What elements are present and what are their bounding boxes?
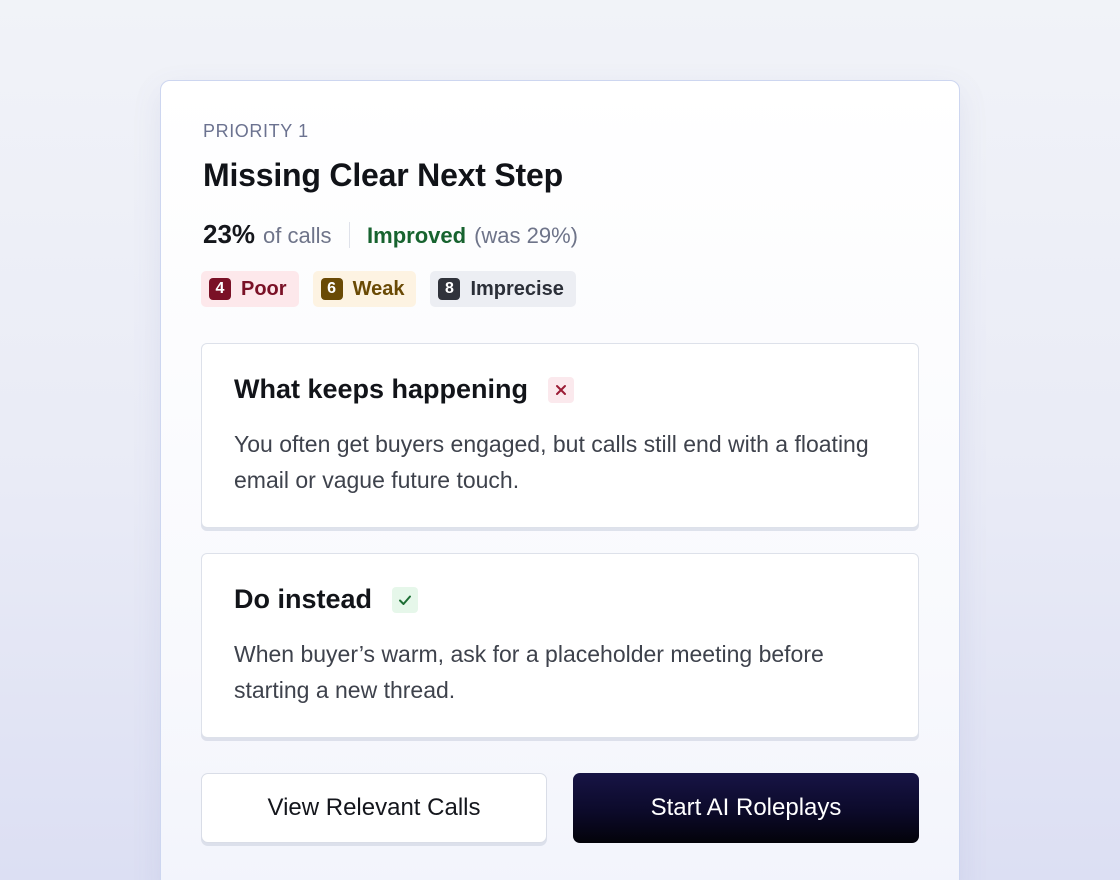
stats-divider: [348, 222, 351, 248]
card-title: Missing Clear Next Step: [203, 157, 563, 193]
view-relevant-calls-button[interactable]: View Relevant Calls: [201, 773, 547, 843]
what-keeps-happening-panel: What keeps happening You often get buyer…: [201, 343, 919, 528]
close-icon: [548, 376, 575, 403]
chip-weak-count: 6: [320, 278, 343, 300]
rating-chips: 4 Poor 6 Weak 8 Imprecise: [201, 271, 576, 307]
panel-text: You often get buyers engaged, but calls …: [234, 431, 869, 493]
panel-header: Do instead: [234, 584, 419, 615]
chip-poor: 4 Poor: [201, 271, 299, 307]
do-instead-panel: Do instead When buyer’s warm, ask for a …: [201, 553, 919, 738]
chip-imprecise-count: 8: [438, 278, 461, 300]
percent-value: 23%: [203, 219, 256, 249]
panel-title: Do instead: [234, 584, 373, 614]
start-ai-roleplays-button[interactable]: Start AI Roleplays: [573, 773, 919, 843]
panel-text: When buyer’s warm, ask for a placeholder…: [234, 641, 824, 703]
check-icon: [392, 586, 419, 613]
previous-value: (was 29%): [474, 223, 578, 248]
chip-imprecise-label: Imprecise: [470, 277, 564, 300]
chip-imprecise: 8 Imprecise: [430, 271, 576, 307]
status-improved: Improved: [367, 223, 467, 248]
stats-row: 23% of calls Improved (was 29%): [203, 219, 578, 251]
chip-weak: 6 Weak: [312, 271, 417, 307]
priority-card: PRIORITY 1 Missing Clear Next Step 23% o…: [160, 80, 960, 880]
panel-header: What keeps happening: [234, 374, 575, 405]
percent-label: of calls: [263, 223, 332, 248]
priority-label: PRIORITY 1: [203, 121, 309, 141]
panel-title: What keeps happening: [234, 374, 529, 404]
chip-poor-label: Poor: [241, 277, 287, 300]
chip-weak-label: Weak: [352, 277, 405, 300]
chip-poor-count: 4: [209, 278, 231, 300]
